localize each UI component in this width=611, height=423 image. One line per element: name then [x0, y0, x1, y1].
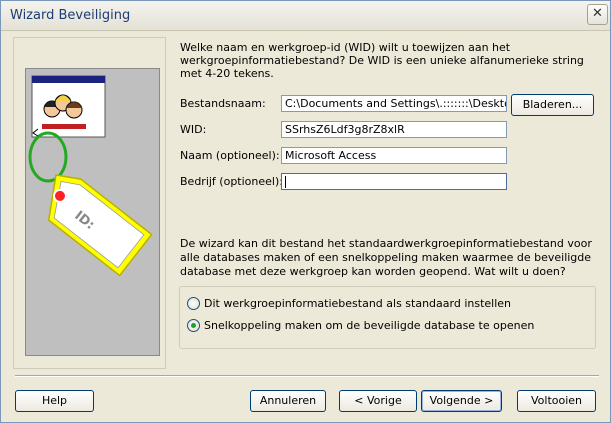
filename-label: Bestandsnaam:	[180, 97, 266, 110]
close-button[interactable]: ✕	[587, 4, 608, 25]
browse-button[interactable]: Bladeren...	[511, 94, 594, 116]
filename-field[interactable]: C:\Documents and Settings\.:::::::\Deskt…	[281, 95, 507, 112]
security-tag-illustration: ID:	[28, 75, 153, 277]
company-field[interactable]	[281, 173, 507, 190]
name-field[interactable]: Microsoft Access	[281, 147, 507, 164]
separator	[15, 375, 599, 377]
key-ring	[28, 131, 68, 183]
intro-text: Welke naam en werkgroep-id (WID) wilt u …	[180, 41, 584, 80]
radio-shortcut[interactable]	[187, 319, 200, 332]
wizard-illustration: ID:	[25, 68, 160, 356]
company-label: Bedrijf (optioneel):	[180, 175, 283, 188]
description-text: De wizard kan dit bestand het standaardw…	[180, 237, 592, 278]
cancel-button[interactable]: Annuleren	[250, 390, 326, 412]
workgroup-window-icon	[31, 75, 106, 138]
help-button[interactable]: Help	[15, 390, 94, 412]
wizard-dialog: Wizard Beveiliging ✕ ID: Welke naam en w…	[0, 0, 611, 423]
radio-default[interactable]	[187, 297, 200, 310]
window-title: Wizard Beveiliging	[10, 8, 131, 23]
wid-field[interactable]: SSrhsZ6Ldf3g8rZ8xlR	[281, 121, 507, 138]
wid-label: WID:	[180, 123, 207, 136]
back-button[interactable]: < Vorige	[339, 390, 417, 412]
next-button[interactable]: Volgende >	[421, 390, 502, 412]
name-label: Naam (optioneel):	[180, 149, 280, 162]
text-caret	[285, 176, 286, 188]
option-shortcut-label: Snelkoppeling maken om de beveiligde dat…	[204, 319, 535, 332]
finish-button[interactable]: Voltooien	[517, 390, 596, 412]
options-group	[179, 286, 596, 349]
title-bar[interactable]: Wizard Beveiliging ✕	[1, 1, 610, 31]
option-default-label: Dit werkgroepinformatiebestand als stand…	[204, 297, 512, 310]
